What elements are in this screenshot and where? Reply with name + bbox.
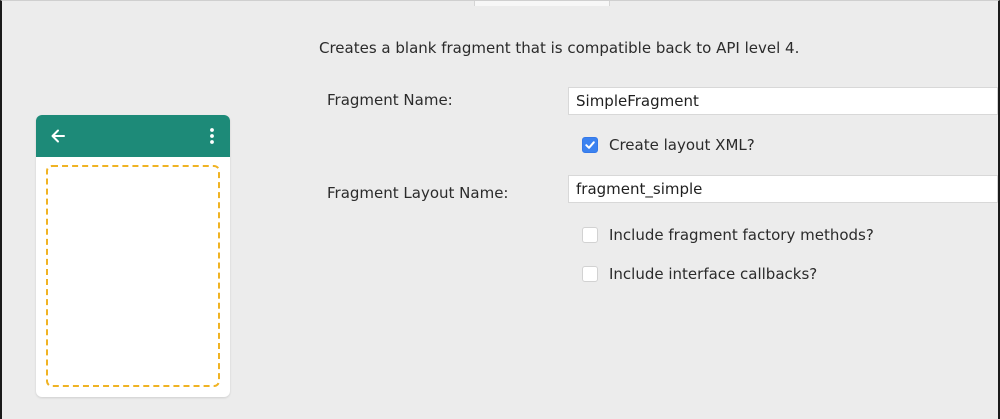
fragment-layout-name-input[interactable] [568, 175, 998, 203]
dialog-description: Creates a blank fragment that is compati… [319, 39, 800, 57]
checkmark-icon [585, 141, 595, 149]
preview-toolbar [36, 115, 230, 157]
more-vert-icon [204, 126, 220, 146]
new-fragment-dialog: Creates a blank fragment that is compati… [0, 0, 1000, 419]
top-tab-edge [474, 1, 610, 6]
fragment-layout-name-label: Fragment Layout Name: [327, 184, 509, 202]
back-arrow-icon [48, 126, 68, 146]
include-interface-callbacks-label: Include interface callbacks? [609, 265, 818, 283]
fragment-placeholder [46, 165, 220, 387]
create-layout-xml-checkbox[interactable] [582, 137, 598, 153]
create-layout-xml-label: Create layout XML? [609, 136, 755, 154]
include-interface-callbacks-option[interactable]: Include interface callbacks? [582, 263, 817, 285]
include-interface-callbacks-checkbox[interactable] [582, 266, 598, 282]
include-factory-methods-checkbox[interactable] [582, 227, 598, 243]
include-factory-methods-option[interactable]: Include fragment factory methods? [582, 224, 874, 246]
fragment-preview-phone [36, 115, 230, 397]
create-layout-xml-option[interactable]: Create layout XML? [582, 134, 755, 156]
fragment-name-label: Fragment Name: [327, 91, 453, 109]
fragment-name-input[interactable] [568, 87, 998, 115]
include-factory-methods-label: Include fragment factory methods? [609, 226, 874, 244]
